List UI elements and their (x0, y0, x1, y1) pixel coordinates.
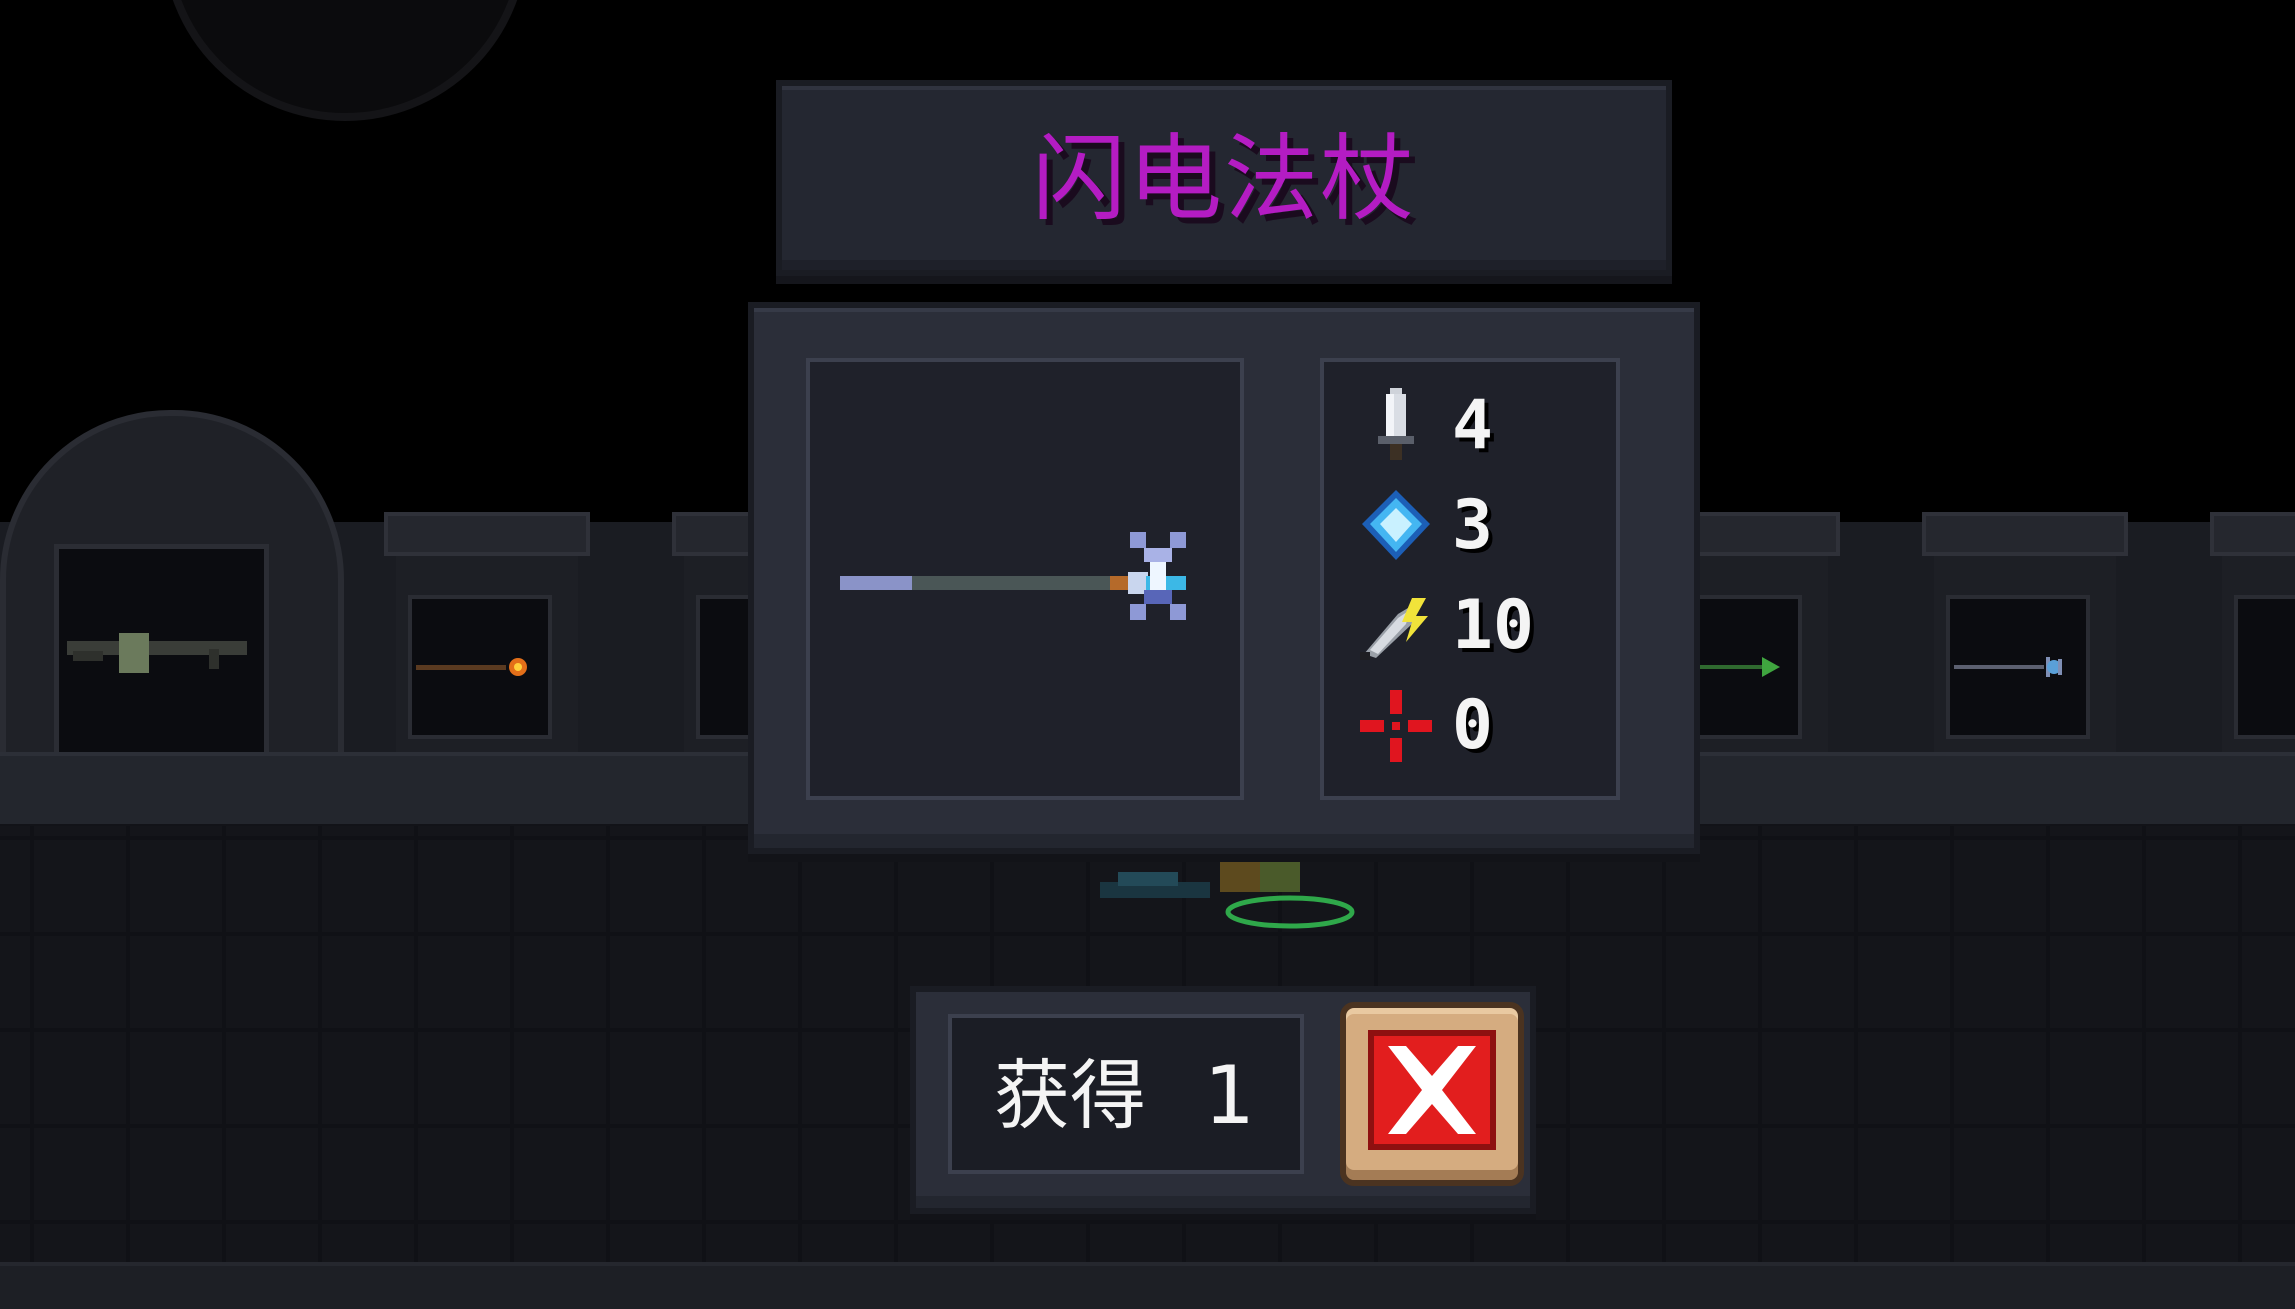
lightning-staff-icon (840, 532, 1186, 620)
stat-row-damage: 4 (1354, 384, 1604, 468)
item-title-panel: 闪电法杖 (776, 80, 1672, 276)
red-crosshair-icon (1360, 690, 1432, 762)
blue-staff-icon (1954, 657, 2062, 677)
moon (162, 0, 528, 121)
stat-row-crit: 10 (1354, 584, 1604, 668)
weapon-pedestal (1922, 512, 2128, 752)
crit-value: 10 (1452, 586, 1534, 665)
lightning-feather-icon (1360, 598, 1428, 660)
player-character (1100, 852, 1355, 929)
fire-staff-icon (416, 658, 527, 676)
obtain-label: 获得 (994, 1051, 1146, 1140)
dagger-icon (1378, 388, 1414, 460)
weapon-pedestal (2210, 512, 2295, 752)
blue-gem-icon (1362, 490, 1430, 560)
obtain-button[interactable]: 获得 1 (948, 1014, 1304, 1174)
stat-row-accuracy: 0 (1354, 684, 1604, 768)
stats-panel: 4 3 10 0 (1320, 358, 1620, 800)
item-name: 闪电法杖 (1031, 125, 1416, 234)
accuracy-value: 0 (1452, 686, 1493, 765)
stone-archway (0, 410, 344, 762)
floor-edge (0, 1262, 2295, 1309)
archway-display-slot (54, 544, 269, 761)
weapon-pedestal (384, 512, 590, 752)
close-button[interactable] (1340, 1002, 1524, 1186)
close-icon (1368, 1030, 1496, 1150)
obtain-count: 1 (1204, 1049, 1255, 1142)
action-bar: 获得 1 (910, 986, 1536, 1214)
damage-value: 4 (1452, 386, 1493, 465)
stat-row-energy: 3 (1354, 484, 1604, 568)
item-info-panel: 4 3 10 0 (748, 302, 1700, 854)
energy-cost-value: 3 (1452, 486, 1493, 565)
weapon-preview (806, 358, 1244, 800)
rifle-weapon-icon (67, 633, 247, 673)
